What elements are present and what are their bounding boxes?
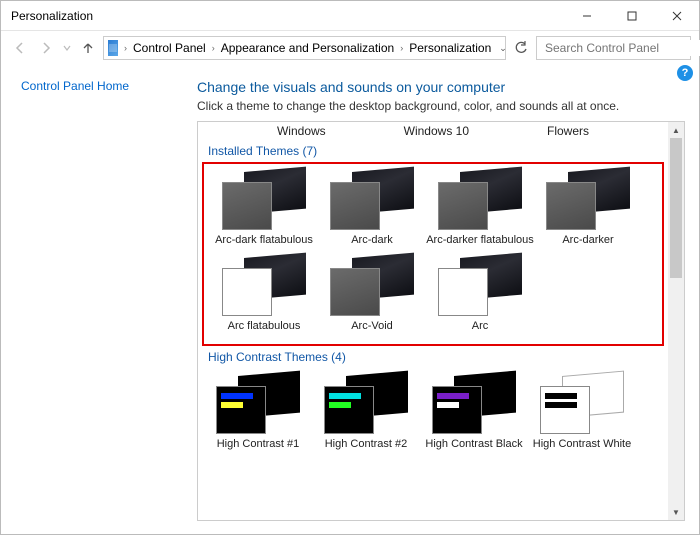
theme-thumbnail: [330, 172, 414, 230]
minimize-button[interactable]: [564, 1, 609, 31]
theme-thumbnail: [540, 376, 624, 434]
theme-thumbnail: [222, 258, 306, 316]
themes-panel: Windows Windows 10 Flowers Installed The…: [197, 121, 685, 521]
theme-thumbnail: [432, 376, 516, 434]
theme-item[interactable]: Arc-darker flatabulous: [426, 172, 534, 246]
theme-item[interactable]: Arc flatabulous: [210, 258, 318, 332]
theme-item[interactable]: Arc-dark: [318, 172, 426, 246]
address-bar: › Control Panel › Appearance and Persona…: [1, 31, 699, 65]
installed-themes-grid: Arc-dark flatabulous Arc-dark Arc-darker f…: [202, 162, 664, 346]
theme-thumbnail: [438, 258, 522, 316]
theme-item[interactable]: High Contrast #2: [312, 376, 420, 468]
theme-item[interactable]: Arc-dark flatabulous: [210, 172, 318, 246]
theme-label: Arc flatabulous: [228, 320, 301, 332]
recent-locations-dropdown[interactable]: [61, 37, 73, 59]
theme-label: High Contrast #1: [217, 438, 300, 450]
theme-thumbnail: [330, 258, 414, 316]
scroll-up-button[interactable]: ▲: [668, 122, 684, 138]
theme-label: Arc-dark: [351, 234, 393, 246]
page-subtitle: Click a theme to change the desktop back…: [197, 99, 685, 113]
up-button[interactable]: [77, 37, 99, 59]
theme-label: High Contrast White: [533, 438, 631, 450]
title-bar: Personalization: [1, 1, 699, 31]
page-title: Change the visuals and sounds on your co…: [197, 79, 685, 95]
theme-label: Arc-Void: [351, 320, 393, 332]
theme-thumbnail: [222, 172, 306, 230]
theme-label: High Contrast #2: [325, 438, 408, 450]
breadcrumb-item[interactable]: Appearance and Personalization: [219, 41, 396, 55]
theme-thumbnail: [216, 376, 300, 434]
maximize-button[interactable]: [609, 1, 654, 31]
chevron-right-icon: ›: [122, 43, 129, 53]
main-content: ? Change the visuals and sounds on your …: [191, 65, 699, 534]
chevron-right-icon: ›: [398, 43, 405, 53]
top-themes-row: Windows Windows 10 Flowers: [198, 122, 668, 140]
search-input[interactable]: [543, 40, 700, 56]
control-panel-icon: [108, 40, 118, 56]
theme-label[interactable]: Windows: [277, 124, 326, 138]
installed-themes-header: Installed Themes (7): [198, 140, 668, 162]
refresh-button[interactable]: [510, 41, 532, 55]
theme-item[interactable]: Arc-darker: [534, 172, 642, 246]
theme-item[interactable]: High Contrast Black: [420, 376, 528, 468]
breadcrumb[interactable]: › Control Panel › Appearance and Persona…: [103, 36, 506, 60]
control-panel-home-link[interactable]: Control Panel Home: [21, 79, 129, 93]
window-controls: [564, 1, 699, 31]
theme-label[interactable]: Windows 10: [404, 124, 469, 138]
theme-thumbnail: [438, 172, 522, 230]
forward-button[interactable]: [35, 37, 57, 59]
high-contrast-themes-grid: High Contrast #1 High Contrast #2 High Con…: [198, 368, 668, 480]
back-button[interactable]: [9, 37, 31, 59]
breadcrumb-item[interactable]: Control Panel: [131, 41, 208, 55]
chevron-right-icon: ›: [210, 43, 217, 53]
sidebar: Control Panel Home: [1, 65, 191, 534]
theme-thumbnail: [546, 172, 630, 230]
high-contrast-header: High Contrast Themes (4): [198, 346, 668, 368]
window-title: Personalization: [11, 9, 93, 23]
theme-item[interactable]: Arc: [426, 258, 534, 332]
scroll-thumb[interactable]: [670, 138, 682, 278]
help-icon[interactable]: ?: [677, 65, 693, 81]
theme-label[interactable]: Flowers: [547, 124, 589, 138]
theme-label: Arc: [472, 320, 489, 332]
scroll-down-button[interactable]: ▼: [668, 504, 684, 520]
theme-item[interactable]: High Contrast White: [528, 376, 636, 468]
theme-label: High Contrast Black: [425, 438, 522, 450]
theme-thumbnail: [324, 376, 408, 434]
theme-label: Arc-darker flatabulous: [426, 234, 534, 246]
address-dropdown[interactable]: ⌄: [495, 43, 511, 54]
theme-label: Arc-darker: [562, 234, 613, 246]
theme-item[interactable]: Arc-Void: [318, 258, 426, 332]
theme-label: Arc-dark flatabulous: [215, 234, 313, 246]
scrollbar[interactable]: ▲ ▼: [668, 122, 684, 520]
close-button[interactable]: [654, 1, 699, 31]
search-box[interactable]: [536, 36, 691, 60]
theme-item[interactable]: High Contrast #1: [204, 376, 312, 468]
breadcrumb-item[interactable]: Personalization: [407, 41, 493, 55]
